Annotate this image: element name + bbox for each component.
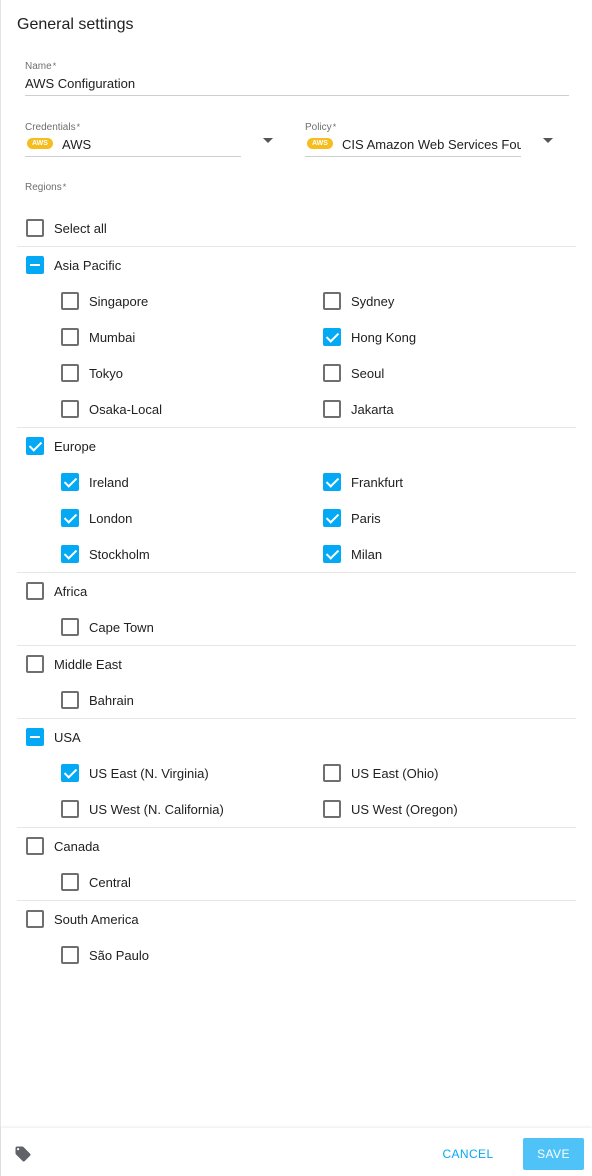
checkbox-icon	[61, 873, 79, 891]
region-checkbox[interactable]: Sydney	[323, 291, 394, 311]
divider	[17, 246, 576, 247]
credentials-field-label: Credentials*	[25, 122, 81, 133]
region-checkbox[interactable]: Cape Town	[61, 617, 154, 637]
region-checkbox[interactable]: US West (Oregon)	[323, 799, 458, 819]
checkbox-icon	[61, 545, 79, 563]
checkbox-icon	[26, 655, 44, 673]
checkbox-icon	[323, 328, 341, 346]
checkbox-icon	[26, 437, 44, 455]
group-europe[interactable]: Europe	[26, 436, 96, 456]
cancel-button[interactable]: CANCEL	[436, 1138, 500, 1170]
group-south-america[interactable]: South America	[26, 909, 139, 929]
region-checkbox[interactable]: Singapore	[61, 291, 148, 311]
checkbox-icon	[61, 691, 79, 709]
region-checkbox[interactable]: Hong Kong	[323, 327, 416, 347]
region-checkbox[interactable]: Seoul	[323, 363, 384, 383]
select-all-checkbox[interactable]: Select all	[26, 218, 107, 238]
checkbox-icon	[61, 364, 79, 382]
checkbox-icon	[61, 764, 79, 782]
region-checkbox[interactable]: Tokyo	[61, 363, 123, 383]
credentials-dropdown-icon[interactable]	[263, 138, 273, 143]
divider	[17, 718, 576, 719]
checkbox-icon	[61, 292, 79, 310]
region-checkbox[interactable]: London	[61, 508, 132, 528]
checkbox-icon	[26, 582, 44, 600]
checkbox-icon	[323, 800, 341, 818]
name-field-label: Name*	[25, 61, 57, 72]
checkbox-icon	[323, 764, 341, 782]
credentials-select[interactable]: AWS AWS	[27, 137, 240, 152]
region-checkbox[interactable]: Paris	[323, 508, 381, 528]
policy-field-label: Policy*	[305, 122, 337, 133]
region-checkbox[interactable]: Osaka-Local	[61, 399, 162, 419]
checkbox-icon	[323, 400, 341, 418]
regions-label: Regions*	[25, 182, 67, 193]
region-checkbox[interactable]: US East (Ohio)	[323, 763, 438, 783]
checkbox-icon	[61, 473, 79, 491]
divider	[17, 427, 576, 428]
policy-value: CIS Amazon Web Services Fou	[342, 137, 521, 152]
section-title: General settings	[17, 16, 134, 33]
aws-badge: AWS	[27, 138, 53, 150]
region-checkbox[interactable]: Central	[61, 872, 131, 892]
checkbox-icon	[61, 328, 79, 346]
policy-underline	[305, 156, 521, 157]
region-checkbox[interactable]: Ireland	[61, 472, 129, 492]
group-africa[interactable]: Africa	[26, 581, 87, 601]
group-canada[interactable]: Canada	[26, 836, 100, 856]
region-checkbox[interactable]: US East (N. Virginia)	[61, 763, 209, 783]
save-button[interactable]: SAVE	[523, 1138, 584, 1170]
divider	[17, 572, 576, 573]
region-checkbox[interactable]: Frankfurt	[323, 472, 403, 492]
checkbox-icon	[26, 728, 44, 746]
region-checkbox[interactable]: Stockholm	[61, 544, 150, 564]
footer-bar	[1, 1128, 592, 1176]
checkbox-icon	[26, 256, 44, 274]
region-checkbox[interactable]: Mumbai	[61, 327, 135, 347]
checkbox-icon	[323, 473, 341, 491]
aws-badge: AWS	[307, 138, 333, 150]
checkbox-icon	[61, 800, 79, 818]
checkbox-icon	[61, 618, 79, 636]
name-input[interactable]: AWS Configuration	[25, 76, 565, 91]
region-checkbox[interactable]: Milan	[323, 544, 382, 564]
left-border	[0, 0, 1, 1176]
policy-select[interactable]: AWS CIS Amazon Web Services Fou	[307, 137, 521, 152]
checkbox-icon	[26, 910, 44, 928]
group-asia-pacific[interactable]: Asia Pacific	[26, 255, 121, 275]
checkbox-icon	[323, 364, 341, 382]
policy-dropdown-icon[interactable]	[543, 138, 553, 143]
checkbox-icon	[26, 837, 44, 855]
divider	[17, 827, 576, 828]
name-underline	[25, 95, 569, 96]
checkbox-icon	[323, 545, 341, 563]
checkbox-icon	[323, 509, 341, 527]
tag-icon[interactable]	[14, 1145, 32, 1168]
group-middle-east[interactable]: Middle East	[26, 654, 122, 674]
divider	[17, 900, 576, 901]
checkbox-icon	[323, 292, 341, 310]
checkbox-icon	[61, 946, 79, 964]
checkbox-icon	[61, 400, 79, 418]
credentials-value: AWS	[62, 137, 92, 152]
checkbox-icon	[61, 509, 79, 527]
divider	[17, 645, 576, 646]
region-checkbox[interactable]: US West (N. California)	[61, 799, 224, 819]
checkbox-icon	[26, 219, 44, 237]
region-checkbox[interactable]: São Paulo	[61, 945, 149, 965]
region-checkbox[interactable]: Jakarta	[323, 399, 394, 419]
group-usa[interactable]: USA	[26, 727, 81, 747]
region-checkbox[interactable]: Bahrain	[61, 690, 134, 710]
credentials-underline	[25, 156, 241, 157]
